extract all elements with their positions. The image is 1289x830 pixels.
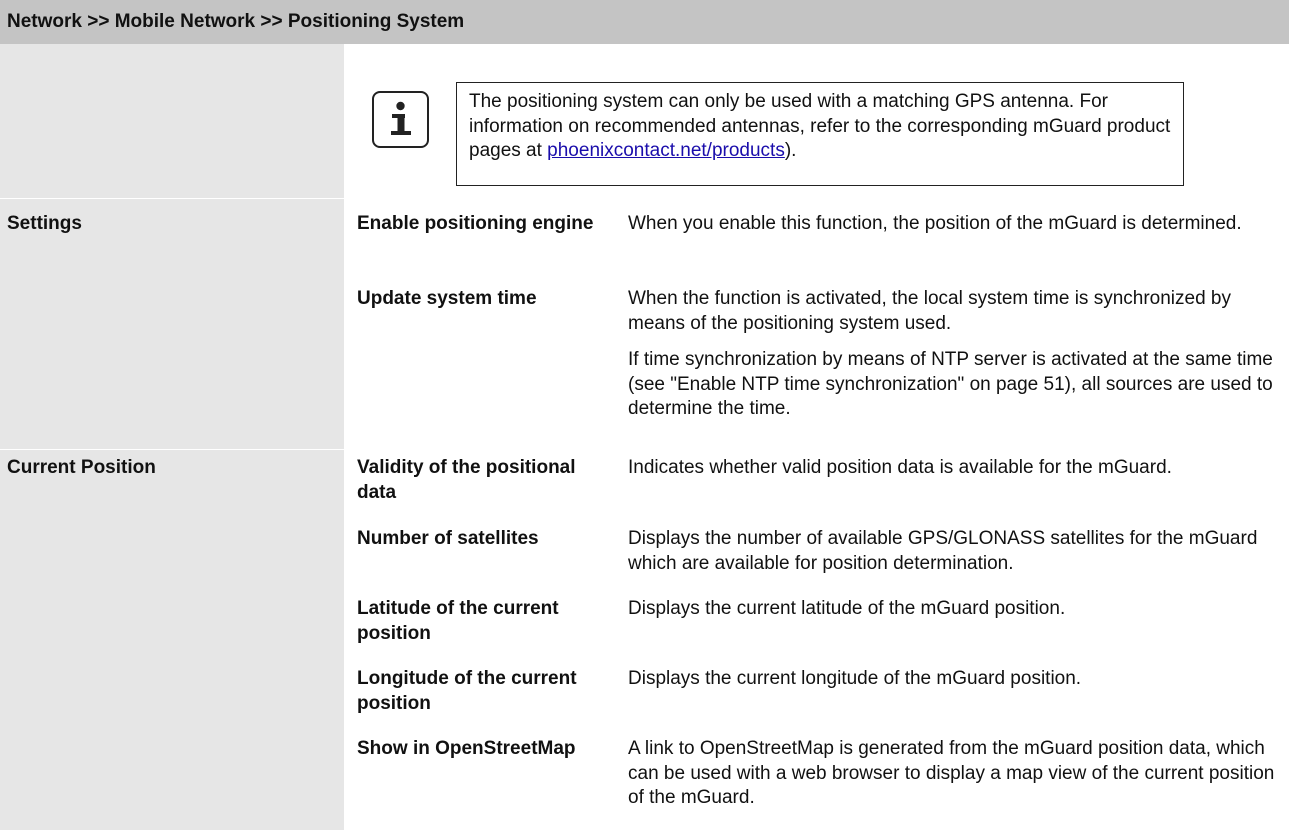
section-label-settings: Settings bbox=[7, 213, 82, 234]
term-number-of-satellites: Number of satellites bbox=[357, 528, 539, 549]
term-validity: Validity of the posi­tional data bbox=[357, 457, 576, 503]
breadcrumb-header: Network >> Mobile Network >> Positioning… bbox=[0, 0, 1289, 44]
section-label-current-position: Current Position bbox=[7, 457, 156, 478]
desc-update-system-time-extra: If time synchronization by means of NTP … bbox=[628, 349, 1273, 419]
divider bbox=[0, 449, 344, 450]
term-enable-positioning-engine: Enable positioning engine bbox=[357, 213, 594, 234]
desc-update-system-time: When the function is activated, the loca… bbox=[628, 288, 1231, 334]
desc-validity: Indicates whether valid position data is… bbox=[628, 457, 1172, 478]
divider bbox=[0, 198, 344, 199]
left-column bbox=[0, 44, 344, 830]
term-update-system-time: Update system time bbox=[357, 288, 537, 309]
desc-enable-positioning-engine: When you enable this function, the posit… bbox=[628, 213, 1242, 234]
products-link[interactable]: phoenixcontact.net/products bbox=[547, 140, 785, 161]
note-text-end: ). bbox=[784, 140, 797, 161]
desc-number-of-satellites: Displays the number of available GPS/GLO… bbox=[628, 528, 1258, 574]
desc-latitude: Displays the current latitude of the mGu… bbox=[628, 598, 1066, 619]
term-show-in-openstreetmap: Show in OpenStreet­Map bbox=[357, 738, 576, 759]
term-latitude: Latitude of the current position bbox=[357, 598, 559, 644]
term-longitude: Longitude of the cur­rent position bbox=[357, 668, 577, 714]
desc-show-in-openstreetmap: A link to OpenStreetMap is generated fro… bbox=[628, 738, 1275, 808]
breadcrumb: Network >> Mobile Network >> Positioning… bbox=[7, 11, 465, 32]
info-icon bbox=[372, 91, 429, 148]
desc-longitude: Displays the current longitude of the mG… bbox=[628, 668, 1082, 689]
info-note-box: The positioning system can only be used … bbox=[456, 82, 1184, 186]
